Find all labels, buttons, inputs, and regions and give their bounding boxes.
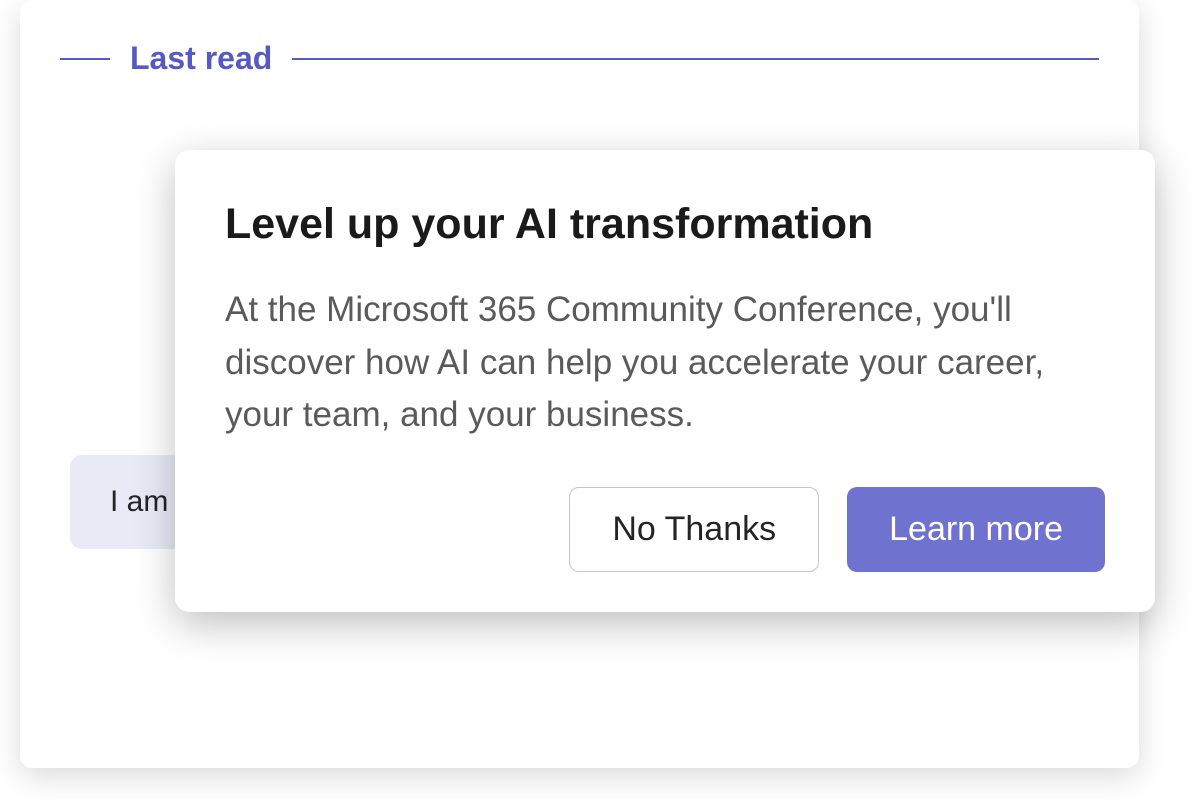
popup-body: At the Microsoft 365 Community Conferenc…: [225, 284, 1105, 442]
message-text: I am: [110, 485, 168, 518]
popup-buttons: No Thanks Learn more: [225, 487, 1105, 572]
separator-line-right: [292, 58, 1099, 60]
last-read-label: Last read: [130, 40, 272, 77]
popup-title: Level up your AI transformation: [225, 200, 1105, 249]
last-read-separator: Last read: [60, 40, 1099, 77]
promo-popup: Level up your AI transformation At the M…: [175, 150, 1155, 612]
learn-more-button[interactable]: Learn more: [847, 487, 1105, 572]
no-thanks-button[interactable]: No Thanks: [569, 487, 819, 572]
separator-line-left: [60, 58, 110, 60]
